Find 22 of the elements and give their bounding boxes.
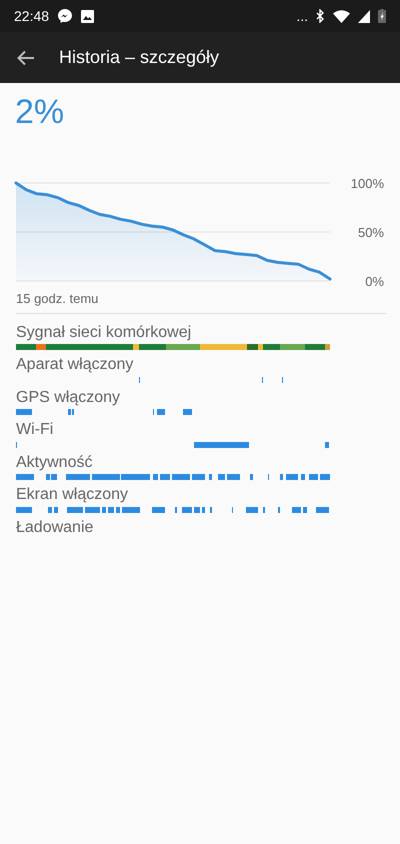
back-button[interactable] — [17, 50, 35, 66]
battery-percentage: 2% — [15, 95, 66, 129]
image-icon — [81, 10, 94, 22]
axis-label: 50% — [358, 225, 384, 240]
bluetooth-icon — [316, 9, 325, 23]
timeline-label: Ekran włączony — [16, 486, 130, 504]
wifi-icon — [333, 10, 350, 22]
timeline-label: Ładowanie — [16, 519, 94, 537]
screen-title: Historia – szczegóły — [59, 46, 220, 69]
battery-icon — [378, 9, 386, 23]
axis-label: 0% — [365, 274, 384, 289]
axis-label: 100% — [350, 176, 384, 191]
clock: 22:48 — [14, 6, 50, 26]
time-label: 15 godz. temu — [16, 290, 100, 308]
messenger-icon — [57, 8, 74, 24]
timeline-label: Aparat włączony — [16, 356, 134, 374]
timeline-label: Sygnał sieci komórkowej — [16, 324, 192, 342]
timeline-label: Aktywność — [16, 454, 94, 472]
timeline-label: GPS włączony — [16, 388, 122, 406]
signal-icon — [358, 10, 370, 22]
overflow-dots: ... — [296, 6, 308, 26]
timeline-label: Wi-Fi — [16, 421, 54, 439]
